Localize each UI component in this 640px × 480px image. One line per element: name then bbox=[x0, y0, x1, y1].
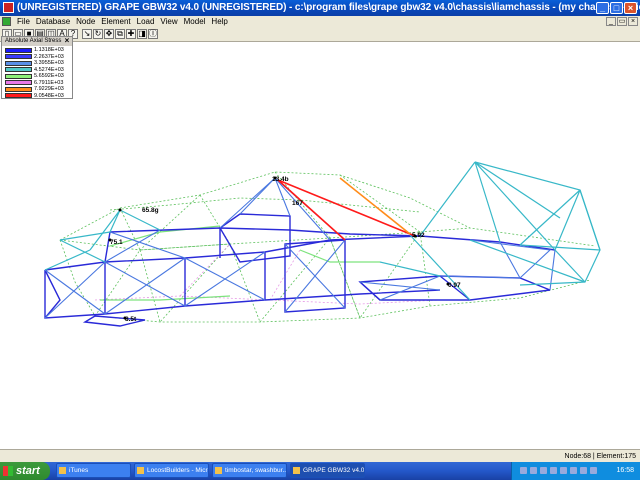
menu-node[interactable]: Node bbox=[73, 16, 98, 28]
nodes bbox=[108, 176, 450, 320]
zoom-realtime-icon[interactable]: Ⓘ bbox=[148, 29, 158, 39]
legend-swatch bbox=[5, 86, 32, 92]
tray-icon[interactable] bbox=[590, 467, 597, 474]
menu-help[interactable]: Help bbox=[208, 16, 230, 28]
menu-element[interactable]: Element bbox=[98, 16, 133, 28]
taskbar-button-label: iTunes bbox=[69, 467, 89, 474]
legend-swatch bbox=[5, 73, 32, 79]
tray-icon[interactable] bbox=[560, 467, 567, 474]
clock: 16:58 bbox=[616, 467, 634, 474]
windows-logo-icon bbox=[3, 466, 13, 476]
app-icon[interactable] bbox=[3, 2, 14, 13]
legend-close-button[interactable]: × bbox=[63, 37, 71, 45]
main-structure bbox=[44, 213, 556, 327]
tray-icon[interactable] bbox=[520, 467, 527, 474]
app-icon bbox=[293, 467, 300, 474]
node-label: 0.97 bbox=[448, 282, 461, 289]
tray-icon[interactable] bbox=[540, 467, 547, 474]
child-window-buttons: _ ▭ × bbox=[606, 17, 638, 26]
status-bar: Node:68 | Element:175 bbox=[0, 449, 640, 463]
legend-swatch bbox=[5, 93, 32, 99]
tray-icon[interactable] bbox=[550, 467, 557, 474]
zoom-extents-icon[interactable]: ✚ bbox=[126, 29, 136, 39]
document-icon[interactable] bbox=[2, 17, 11, 26]
tray-icon[interactable] bbox=[580, 467, 587, 474]
node-label: 75.1 bbox=[110, 239, 123, 246]
legend-row: 5.6592E+03 bbox=[5, 73, 64, 80]
legend-title: Absolute Axial Stress bbox=[2, 37, 72, 46]
legend-row: 1.1318E+03 bbox=[5, 47, 64, 54]
task-list: iTunes LocostBuilders - Micro... timbostar… bbox=[56, 463, 365, 478]
child-restore-button[interactable]: ▭ bbox=[617, 17, 627, 26]
app-icon bbox=[215, 467, 222, 474]
menu-load[interactable]: Load bbox=[134, 16, 158, 28]
tray-icon[interactable] bbox=[530, 467, 537, 474]
node-label: 5.92 bbox=[412, 232, 425, 239]
tray-icon[interactable] bbox=[570, 467, 577, 474]
start-button[interactable]: start bbox=[0, 462, 50, 480]
legend-row: 7.9229E+03 bbox=[5, 86, 64, 93]
title-bar: (UNREGISTERED) GRAPE GBW32 v4.0 (UNREGIS… bbox=[0, 0, 640, 16]
legend-value: 9.0548E+03 bbox=[34, 92, 64, 99]
taskbar-button[interactable]: timbostar, swashbur... bbox=[212, 463, 287, 478]
menu-model[interactable]: Model bbox=[181, 16, 209, 28]
select-arrow-icon[interactable]: ↘ bbox=[82, 29, 92, 39]
menu-view[interactable]: View bbox=[157, 16, 180, 28]
legend-swatch bbox=[5, 80, 32, 86]
legend-value: 3.3955E+03 bbox=[34, 60, 64, 67]
legend-value: 2.2637E+03 bbox=[34, 53, 64, 60]
legend-row: 4.5274E+03 bbox=[5, 67, 64, 74]
legend-swatch bbox=[5, 60, 32, 66]
legend-swatch bbox=[5, 47, 32, 53]
status-text: Node:68 | Element:175 bbox=[564, 453, 636, 460]
node-label: 8.5t bbox=[125, 316, 137, 323]
menu-items: File Database Node Element Load View Model Help bbox=[14, 16, 231, 28]
menu-database[interactable]: Database bbox=[33, 16, 73, 28]
legend-value: 6.7911E+03 bbox=[34, 79, 64, 86]
node-label: 13.4b bbox=[272, 176, 289, 183]
app-icon bbox=[137, 467, 144, 474]
maximize-button[interactable]: □ bbox=[610, 2, 623, 14]
legend-rows: 1.1318E+03 2.2637E+03 3.3955E+03 4.5274E+03… bbox=[5, 47, 64, 99]
legend-row: 6.7911E+03 bbox=[5, 80, 64, 87]
zoom-window-icon[interactable]: ⧉ bbox=[115, 29, 125, 39]
toolbar: ▯ ▭ ■ ▤ ◫ A? ↘ ↻ ✥ ⧉ ✚ ◨ Ⓘ bbox=[0, 28, 640, 42]
legend-value: 5.6592E+03 bbox=[34, 73, 64, 80]
node-label: 167 bbox=[292, 200, 303, 207]
pan-icon[interactable]: ✥ bbox=[104, 29, 114, 39]
node-label: 65.8g bbox=[142, 207, 159, 214]
legend-value: 7.9229E+03 bbox=[34, 86, 64, 93]
model-viewport[interactable]: 65.8g 167 5.92 75.1 0.97 8.5t 13.4b bbox=[0, 41, 640, 449]
legend-value: 4.5274E+03 bbox=[34, 66, 64, 73]
rotate-icon[interactable]: ↻ bbox=[93, 29, 103, 39]
zoom-out-icon[interactable]: ◨ bbox=[137, 29, 147, 39]
close-button[interactable]: × bbox=[624, 2, 637, 14]
minimize-button[interactable]: _ bbox=[596, 2, 609, 14]
app-icon bbox=[59, 467, 66, 474]
taskbar-button-label: timbostar, swashbur... bbox=[225, 467, 287, 474]
window-title: (UNREGISTERED) GRAPE GBW32 v4.0 (UNREGIS… bbox=[17, 2, 640, 13]
child-minimize-button[interactable]: _ bbox=[606, 17, 616, 26]
menu-file[interactable]: File bbox=[14, 16, 33, 28]
legend-value: 1.1318E+03 bbox=[34, 47, 64, 54]
taskbar-button[interactable]: iTunes bbox=[56, 463, 131, 478]
legend-row: 2.2637E+03 bbox=[5, 54, 64, 61]
system-tray: 16:58 bbox=[511, 462, 640, 480]
taskbar-button-label: LocostBuilders - Micro... bbox=[147, 467, 208, 474]
taskbar-button[interactable]: LocostBuilders - Micro... bbox=[134, 463, 209, 478]
taskbar-button[interactable]: GRAPE GBW32 v4.0 bbox=[290, 463, 365, 478]
legend-row: 3.3955E+03 bbox=[5, 60, 64, 67]
taskbar: start iTunes LocostBuilders - Micro... tim… bbox=[0, 462, 640, 480]
stress-legend: Absolute Axial Stress × 1.1318E+03 2.2637… bbox=[1, 36, 73, 99]
legend-swatch bbox=[5, 54, 32, 60]
legend-swatch bbox=[5, 67, 32, 73]
start-label: start bbox=[16, 465, 40, 477]
menu-bar: File Database Node Element Load View Model Help… bbox=[0, 16, 640, 28]
taskbar-button-label: GRAPE GBW32 v4.0 bbox=[303, 467, 365, 474]
child-close-button[interactable]: × bbox=[628, 17, 638, 26]
legend-row: 9.0548E+03 bbox=[5, 93, 64, 100]
